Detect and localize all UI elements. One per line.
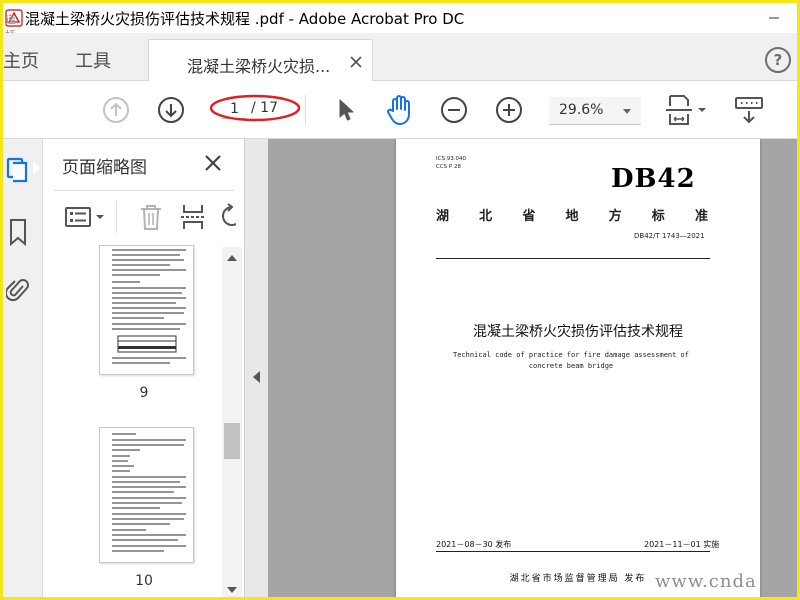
standard-number: DB42/T 1743—2021 bbox=[634, 232, 705, 240]
standard-type-char: 方 bbox=[608, 209, 622, 224]
thumbnail-page-9[interactable] bbox=[99, 245, 194, 375]
tab-home[interactable]: 主页 bbox=[3, 47, 39, 73]
header-rule bbox=[436, 258, 710, 259]
select-tool-button[interactable] bbox=[333, 95, 359, 125]
arrow-up-circle-icon bbox=[103, 97, 129, 123]
site-watermark: www.cnda bbox=[655, 571, 757, 592]
page-preview-10 bbox=[112, 433, 186, 552]
delete-page-button[interactable] bbox=[138, 203, 164, 231]
scroll-up-icon[interactable] bbox=[227, 255, 237, 261]
page-navigator: / 17 bbox=[209, 93, 301, 123]
standard-type-char: 湖 bbox=[436, 209, 450, 224]
page-thumbnails-panel: 页面缩略图 9 10 bbox=[44, 139, 244, 597]
issue-date: 2021－08－30 发布 bbox=[436, 540, 512, 549]
pdf-page: ICS 93.040 CCS P 28 DB42 湖 北 省 地 方 标 准 D… bbox=[396, 139, 760, 597]
cursor-arrow-icon bbox=[339, 99, 354, 121]
panel-toolbar bbox=[44, 199, 244, 235]
standard-code: DB42 bbox=[611, 164, 696, 194]
tab-document-label: 混凝土梁桥火灾损... bbox=[187, 57, 331, 76]
thumbnail-options-button[interactable] bbox=[64, 205, 108, 229]
standard-type-char: 省 bbox=[522, 209, 536, 224]
plus-circle-icon bbox=[496, 97, 522, 123]
minimize-icon bbox=[769, 17, 779, 19]
thumbnail-label-10: 10 bbox=[135, 573, 153, 589]
ccs-code: CCS P 28 bbox=[436, 164, 461, 170]
zoom-dropdown[interactable]: 29.6% bbox=[549, 97, 641, 125]
footer-rule bbox=[436, 551, 710, 552]
panel-divider bbox=[54, 190, 234, 191]
trash-icon bbox=[141, 205, 161, 230]
thumbnail-scrollbar[interactable] bbox=[222, 247, 242, 597]
scroll-thumb[interactable] bbox=[224, 423, 240, 459]
standard-type-char: 准 bbox=[694, 209, 708, 224]
next-page-button[interactable] bbox=[156, 95, 186, 125]
panel-collapse-handle[interactable] bbox=[244, 139, 268, 597]
active-tab-pointer bbox=[33, 161, 40, 175]
left-navigation-rail bbox=[3, 139, 43, 597]
thumbnail-page-10[interactable] bbox=[99, 427, 194, 563]
document-title-cn: 混凝土梁桥火灾损伤评估技术规程 bbox=[473, 324, 683, 340]
minimize-button[interactable] bbox=[751, 3, 797, 33]
toolbar-divider bbox=[305, 95, 306, 125]
bookmark-icon bbox=[10, 219, 26, 247]
thumbnail-label-9: 9 bbox=[139, 385, 149, 401]
hand-icon bbox=[387, 95, 410, 125]
hand-tool-button[interactable] bbox=[384, 93, 416, 127]
rotate-icon bbox=[222, 203, 236, 226]
document-title-en-line1: Technical code of practice for fire dama… bbox=[452, 351, 689, 359]
thumbnail-list: 9 10 bbox=[44, 245, 222, 597]
zoom-value: 29.6% bbox=[559, 102, 604, 118]
standard-type: 湖 北 省 地 方 标 准 bbox=[436, 205, 708, 224]
red-annotation-ellipse bbox=[209, 94, 301, 122]
pages-icon bbox=[6, 157, 28, 183]
insert-page-icon bbox=[181, 205, 205, 229]
standard-type-char: 标 bbox=[651, 209, 665, 224]
arrow-down-circle-icon bbox=[158, 97, 184, 123]
acrobat-window: 道桥网 混凝土梁桥火灾损伤评估技术规程 .pdf - Adobe Acrobat… bbox=[3, 3, 797, 597]
close-panel-icon[interactable] bbox=[202, 152, 224, 174]
insert-page-button[interactable] bbox=[180, 203, 208, 231]
paperclip-icon bbox=[4, 279, 29, 302]
document-view[interactable]: ICS 93.040 CCS P 28 DB42 湖 北 省 地 方 标 准 D… bbox=[268, 139, 797, 597]
tab-tools[interactable]: 工具 bbox=[75, 47, 111, 73]
panel-title: 页面缩略图 bbox=[62, 158, 147, 178]
tools-divider bbox=[116, 201, 117, 233]
scroll-down-icon[interactable] bbox=[227, 587, 237, 593]
window-controls bbox=[751, 3, 797, 33]
window-title: 混凝土梁桥火灾损伤评估技术规程 .pdf - Adobe Acrobat Pro… bbox=[25, 9, 465, 28]
chevron-down-icon bbox=[623, 109, 631, 114]
document-title-en-line2: concrete beam bridge bbox=[528, 362, 614, 370]
rotate-page-button[interactable] bbox=[220, 203, 236, 231]
fit-page-button[interactable] bbox=[663, 93, 709, 127]
acrobat-logo-icon: 道桥网 bbox=[5, 9, 23, 58]
previous-page-button[interactable] bbox=[101, 95, 131, 125]
minus-circle-icon bbox=[441, 97, 467, 123]
keyboard-scroll-icon bbox=[735, 97, 763, 124]
zoom-out-button[interactable] bbox=[439, 95, 469, 125]
title-bar: 道桥网 混凝土梁桥火灾损伤评估技术规程 .pdf - Adobe Acrobat… bbox=[3, 3, 797, 58]
zoom-in-button[interactable] bbox=[494, 95, 524, 125]
list-options-icon bbox=[65, 207, 104, 227]
help-button[interactable]: ? bbox=[765, 47, 791, 73]
tab-bar: 主页 工具 混凝土梁桥火灾损... ? bbox=[3, 33, 797, 82]
page-preview-9 bbox=[112, 249, 186, 364]
scroll-mode-button[interactable] bbox=[731, 93, 767, 127]
chevron-left-icon bbox=[253, 371, 260, 383]
attachments-tab[interactable] bbox=[4, 275, 30, 305]
standard-type-char: 地 bbox=[565, 209, 579, 224]
standard-type-char: 北 bbox=[479, 209, 493, 224]
fit-page-icon bbox=[666, 95, 706, 125]
bookmarks-tab[interactable] bbox=[6, 217, 30, 247]
ics-code: ICS 93.040 bbox=[436, 156, 466, 162]
page-thumbnails-tab[interactable] bbox=[5, 155, 31, 185]
tab-document[interactable]: 混凝土梁桥火灾损... bbox=[148, 39, 373, 82]
implementation-date: 2021－11－01 实施 bbox=[644, 540, 720, 549]
close-tab-icon[interactable] bbox=[348, 54, 364, 70]
